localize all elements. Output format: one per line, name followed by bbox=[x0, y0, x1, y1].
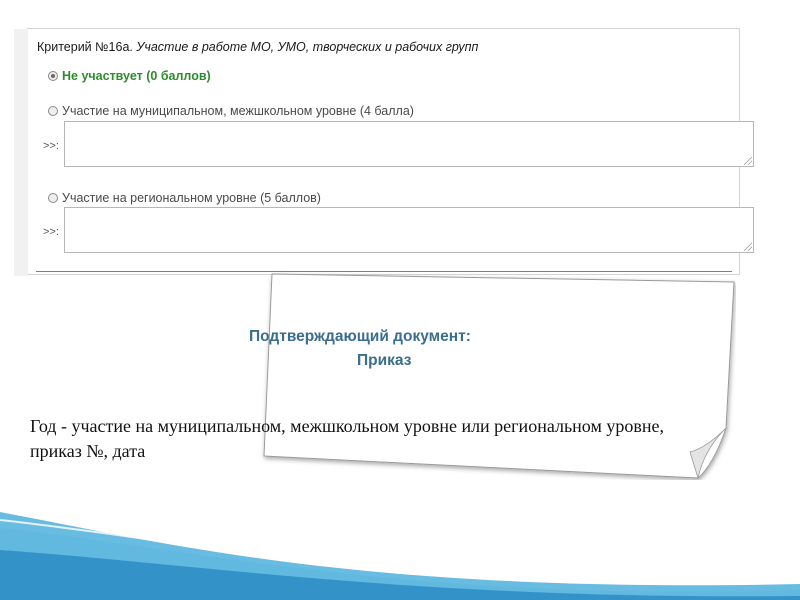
criterion-title: Критерий №16а. Участие в работе МО, УМО,… bbox=[37, 40, 478, 54]
note-value: Приказ bbox=[357, 352, 412, 369]
note-title: Подтверждающий документ: bbox=[249, 328, 471, 345]
option-regional-level[interactable]: Участие на региональном уровне (5 баллов… bbox=[48, 191, 321, 205]
resize-grip-icon[interactable] bbox=[744, 243, 752, 251]
radio-button[interactable] bbox=[48, 106, 58, 116]
criterion-text: Участие в работе МО, УМО, творческих и р… bbox=[136, 40, 479, 54]
option-label: Участие на муниципальном, межшкольном ур… bbox=[62, 104, 414, 118]
option-label: Участие на региональном уровне (5 баллов… bbox=[62, 191, 321, 205]
option-municipal-level[interactable]: Участие на муниципальном, межшкольном ур… bbox=[48, 104, 414, 118]
comment-textarea-municipal[interactable] bbox=[64, 121, 754, 167]
criterion-number: Критерий №16а. bbox=[37, 40, 133, 54]
option-label: Не участвует (0 баллов) bbox=[62, 69, 211, 83]
radio-button[interactable] bbox=[48, 193, 58, 203]
comment-prompt: >>: bbox=[43, 226, 59, 238]
panel-shadow bbox=[14, 29, 28, 276]
criterion-form-panel: Критерий №16а. Участие в работе МО, УМО,… bbox=[14, 28, 754, 276]
radio-button-checked[interactable] bbox=[48, 71, 58, 81]
comment-prompt: >>: bbox=[43, 140, 59, 152]
comment-textarea-regional[interactable] bbox=[64, 207, 754, 253]
body-text: Год - участие на муниципальном, межшколь… bbox=[30, 416, 664, 461]
resize-grip-icon[interactable] bbox=[744, 157, 752, 165]
option-not-participating[interactable]: Не участвует (0 баллов) bbox=[48, 69, 211, 83]
decorative-wave bbox=[0, 512, 800, 600]
